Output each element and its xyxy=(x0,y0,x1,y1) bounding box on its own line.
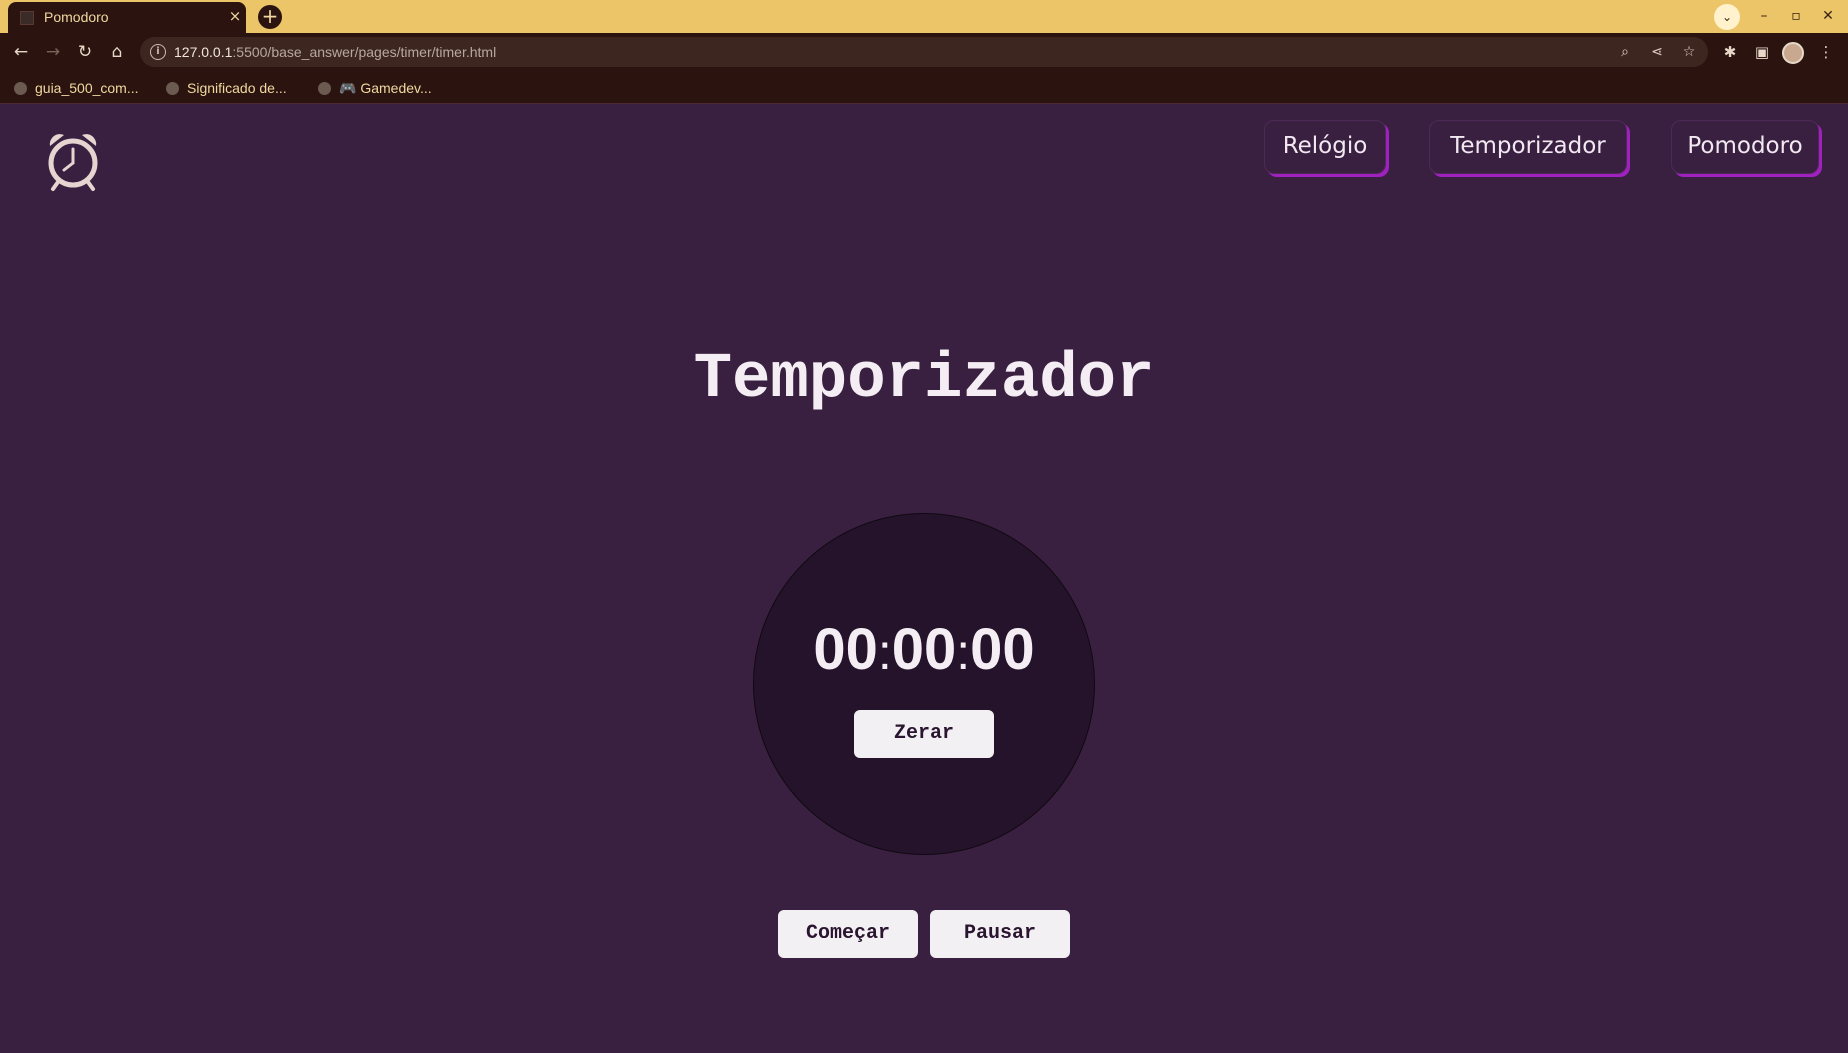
home-icon[interactable]: ⌂ xyxy=(106,41,128,63)
start-button[interactable]: Começar xyxy=(778,910,918,958)
reload-icon[interactable]: ↻ xyxy=(74,41,96,63)
reset-button[interactable]: Zerar xyxy=(854,710,994,758)
share-icon[interactable]: ⋖ xyxy=(1648,43,1666,61)
tab-favicon-icon xyxy=(20,11,34,25)
browser-tab-strip: Pomodoro × + ⌄ – ▫ ✕ xyxy=(0,0,1848,33)
hours-value: 00 xyxy=(813,617,878,682)
seconds-value: 00 xyxy=(970,617,1035,682)
bookmark-item[interactable]: guia_500_com... xyxy=(14,78,139,98)
extensions-icon[interactable]: ✱ xyxy=(1720,42,1740,62)
globe-icon xyxy=(166,82,179,95)
forward-icon[interactable]: → xyxy=(42,41,64,63)
tab-close-icon[interactable]: × xyxy=(226,7,244,25)
site-info-icon[interactable]: i xyxy=(150,44,166,60)
tab-title: Pomodoro xyxy=(44,9,109,25)
side-panel-icon[interactable]: ▣ xyxy=(1752,42,1772,62)
bookmark-item[interactable]: Significado de... xyxy=(166,78,287,98)
nav-link-pomodoro[interactable]: Pomodoro xyxy=(1671,120,1819,174)
close-window-icon[interactable]: ✕ xyxy=(1816,5,1840,27)
page-title: Temporizador xyxy=(693,344,1155,416)
address-bar[interactable]: i 127.0.0.1:5500/base_answer/pages/timer… xyxy=(140,37,1708,67)
nav-link-relogio[interactable]: Relógio xyxy=(1264,120,1386,174)
pause-button[interactable]: Pausar xyxy=(930,910,1070,958)
browser-toolbar: ← → ↻ ⌂ i 127.0.0.1:5500/base_answer/pag… xyxy=(0,33,1848,71)
timer-display-circle: 00:00:00 Zerar xyxy=(753,513,1095,855)
timer-readout: 00:00:00 xyxy=(754,616,1094,683)
time-separator: : xyxy=(877,624,892,680)
minutes-value: 00 xyxy=(891,617,957,682)
bookmark-item[interactable]: 🎮 Gamedev... xyxy=(318,78,432,98)
minimize-icon[interactable]: – xyxy=(1752,5,1776,27)
globe-icon xyxy=(318,82,331,95)
time-separator: : xyxy=(956,624,971,680)
zoom-icon[interactable]: ⌕ xyxy=(1616,43,1634,61)
profile-avatar[interactable] xyxy=(1782,42,1804,64)
page: Relógio Temporizador Pomodoro Temporizad… xyxy=(0,104,1848,1053)
restore-icon[interactable]: ▫ xyxy=(1784,5,1808,27)
browser-tab[interactable]: Pomodoro × xyxy=(8,2,246,33)
globe-icon xyxy=(14,82,27,95)
bookmarks-bar: guia_500_com... Significado de... 🎮 Game… xyxy=(0,71,1848,104)
nav-link-temporizador[interactable]: Temporizador xyxy=(1429,120,1627,174)
menu-icon[interactable]: ⋮ xyxy=(1816,42,1836,62)
back-icon[interactable]: ← xyxy=(10,41,32,63)
url-text: 127.0.0.1:5500/base_answer/pages/timer/t… xyxy=(174,44,497,60)
new-tab-button[interactable]: + xyxy=(258,5,282,29)
tab-search-icon[interactable]: ⌄ xyxy=(1714,4,1740,30)
star-icon[interactable]: ☆ xyxy=(1680,43,1698,61)
alarm-clock-icon[interactable] xyxy=(44,130,102,192)
